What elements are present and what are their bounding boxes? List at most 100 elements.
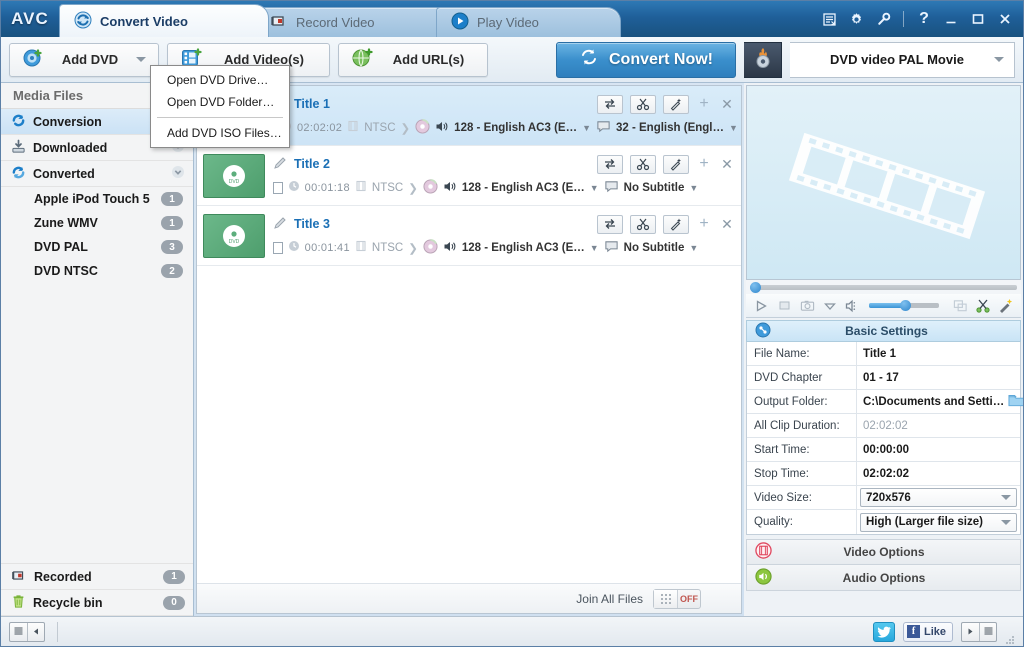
resize-grip[interactable]: [1005, 634, 1015, 644]
trim-row-button[interactable]: [630, 94, 656, 114]
setting-value[interactable]: 01 - 17: [857, 366, 1020, 389]
row-subtitle-select[interactable]: No Subtitle ▼: [624, 242, 735, 254]
row-title[interactable]: Title 3: [294, 217, 330, 231]
sidebar-subitem-dvd-ntsc[interactable]: DVD NTSC 2: [1, 259, 193, 283]
convert-row-button[interactable]: [597, 154, 623, 174]
video-size-select[interactable]: 720x576: [860, 488, 1017, 507]
video-preview[interactable]: [746, 85, 1021, 280]
trim-row-button[interactable]: [630, 214, 656, 234]
row-checkbox[interactable]: [273, 181, 283, 194]
row-title[interactable]: Title 2: [294, 157, 330, 171]
chevron-down-icon[interactable]: [136, 57, 146, 62]
collapse-sidebar-button[interactable]: [9, 621, 45, 642]
sidebar-subitem-zune-wmv[interactable]: Zune WMV 1: [1, 211, 193, 235]
remove-row-button[interactable]: ✕: [719, 156, 735, 173]
chevron-down-icon: ▼: [728, 122, 738, 133]
table-row[interactable]: DVD Title 2 + ✕ 00:01:18 NTSC ❯ 128 - En…: [197, 146, 741, 206]
playlist-icon[interactable]: [817, 7, 841, 31]
remove-row-button[interactable]: ✕: [719, 96, 735, 113]
row-subtitle-label: No Subtitle: [623, 241, 685, 254]
gear-icon[interactable]: [844, 7, 868, 31]
tab-record-video[interactable]: Record Video: [255, 7, 450, 37]
menu-item-add-dvd-iso-files[interactable]: Add DVD ISO Files…: [151, 122, 289, 144]
basic-settings-header[interactable]: Basic Settings: [746, 320, 1021, 342]
add-row-button[interactable]: +: [696, 155, 712, 173]
burn-dvd-button[interactable]: [744, 41, 782, 78]
convert-row-button[interactable]: [597, 94, 623, 114]
main-body: Media Files Conversion Downloaded Conver…: [1, 83, 1023, 616]
setting-value[interactable]: C:\Documents and Setti…: [857, 390, 1023, 413]
stop-button[interactable]: [775, 297, 793, 315]
volume-icon[interactable]: [844, 297, 862, 315]
setting-value[interactable]: 00:00:00: [857, 438, 1020, 461]
close-icon[interactable]: [993, 7, 1017, 31]
dvd-chapter-field[interactable]: 01 - 17: [863, 372, 1014, 384]
volume-slider[interactable]: [869, 300, 939, 311]
minimize-icon[interactable]: [939, 7, 963, 31]
start-time-field[interactable]: 00:00:00: [863, 444, 1014, 456]
chevron-down-icon[interactable]: [171, 165, 185, 182]
row-audio-track-select[interactable]: 128 - English AC3 (E… ▼: [462, 242, 599, 254]
volume-handle[interactable]: [899, 300, 911, 311]
snapshot-options-icon[interactable]: [821, 297, 839, 315]
sidebar-subitem-dvd-pal[interactable]: DVD PAL 3: [1, 235, 193, 259]
application-window: AVC Convert Video Record Video Play Vide…: [0, 0, 1024, 647]
stop-time-field[interactable]: 02:02:02: [863, 468, 1014, 480]
file-name-field[interactable]: Title 1: [863, 348, 1014, 360]
output-profile-select[interactable]: DVD video PAL Movie: [790, 41, 1015, 78]
row-title[interactable]: Title 1: [294, 97, 330, 111]
effects-row-button[interactable]: [663, 94, 689, 114]
tab-play-video[interactable]: Play Video: [436, 7, 621, 37]
facebook-like-button[interactable]: f Like: [902, 621, 953, 642]
effects-button[interactable]: [997, 297, 1015, 315]
add-row-button[interactable]: +: [696, 215, 712, 233]
menu-item-open-dvd-folder[interactable]: Open DVD Folder…: [151, 91, 289, 113]
add-dvd-button[interactable]: Add DVD: [9, 42, 159, 77]
trim-button[interactable]: [974, 297, 992, 315]
subtitle-icon: [596, 120, 611, 136]
table-row[interactable]: DVD Title 3 + ✕ 00:01:41 NTSC ❯ 128 - En…: [197, 206, 741, 266]
sidebar-subitem-apple-ipod-touch-5[interactable]: Apple iPod Touch 5 1: [1, 187, 193, 211]
edit-icon[interactable]: [273, 156, 287, 173]
convert-row-button[interactable]: [597, 214, 623, 234]
folder-icon[interactable]: [1008, 393, 1023, 410]
sidebar-item-recycle-bin[interactable]: Recycle bin 0: [1, 590, 193, 616]
add-row-button[interactable]: +: [696, 95, 712, 113]
snapshot-button[interactable]: [798, 297, 816, 315]
sidebar-item-recorded[interactable]: Recorded 1: [1, 564, 193, 590]
row-checkbox[interactable]: [273, 241, 283, 254]
twitter-icon[interactable]: [872, 621, 895, 642]
setting-value[interactable]: 02:02:02: [857, 462, 1020, 485]
quality-select[interactable]: High (Larger file size): [860, 512, 1017, 532]
tab-convert-video[interactable]: Convert Video: [59, 4, 269, 37]
effects-row-button[interactable]: [663, 214, 689, 234]
row-subtitle-select[interactable]: 32 - English (Engl… ▼: [616, 122, 738, 134]
toggle-panel-button[interactable]: [961, 621, 997, 642]
help-icon[interactable]: ?: [912, 7, 936, 31]
edit-icon[interactable]: [273, 216, 287, 233]
row-audio-track-select[interactable]: 128 - English AC3 (E… ▼: [454, 122, 591, 134]
convert-now-button[interactable]: Convert Now!: [556, 41, 736, 78]
seek-bar[interactable]: [750, 281, 1017, 293]
join-all-files-toggle[interactable]: OFF: [653, 588, 701, 609]
video-options-section[interactable]: Video Options: [746, 539, 1021, 565]
effects-row-button[interactable]: [663, 154, 689, 174]
row-audio-track-select[interactable]: 128 - English AC3 (E… ▼: [462, 182, 599, 194]
output-folder-field[interactable]: C:\Documents and Setti…: [863, 396, 1004, 408]
row-content: Title 2 + ✕ 00:01:18 NTSC ❯ 128 - Englis…: [273, 154, 735, 197]
setting-value[interactable]: Title 1: [857, 342, 1020, 365]
sidebar-item-converted[interactable]: Converted: [1, 161, 193, 187]
play-button[interactable]: [752, 297, 770, 315]
maximize-icon[interactable]: [966, 7, 990, 31]
add-urls-button[interactable]: Add URL(s): [338, 42, 488, 77]
row-subtitle-select[interactable]: No Subtitle ▼: [624, 182, 735, 194]
audio-options-section[interactable]: Audio Options: [746, 565, 1021, 591]
setting-row-stop-time: Stop Time: 02:02:02: [747, 462, 1020, 486]
remove-row-button[interactable]: ✕: [719, 216, 735, 233]
menu-item-open-dvd-drive[interactable]: Open DVD Drive…: [151, 69, 289, 91]
seek-handle[interactable]: [750, 281, 761, 293]
wrench-icon[interactable]: [871, 7, 895, 31]
trim-row-button[interactable]: [630, 154, 656, 174]
fullscreen-button[interactable]: [951, 297, 969, 315]
setting-key: DVD Chapter: [747, 366, 857, 389]
